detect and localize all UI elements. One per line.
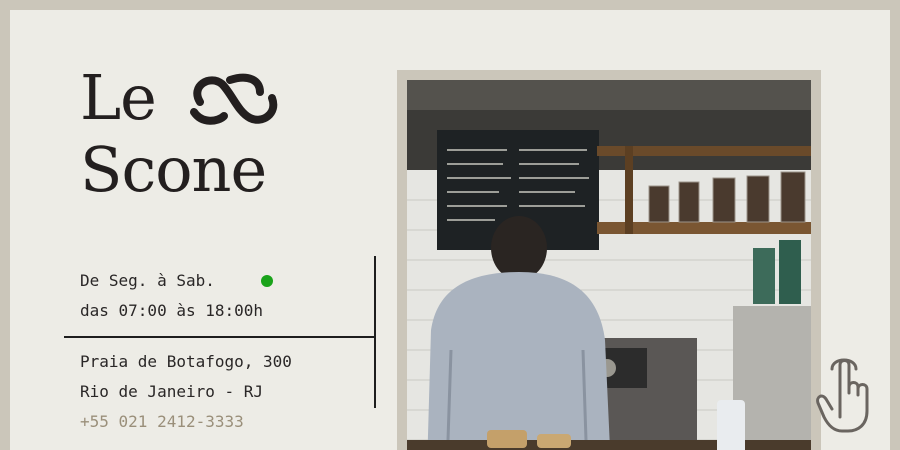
contact-info: Praia de Botafogo, 300 Rio de Janeiro - … (80, 347, 292, 437)
address-city: Rio de Janeiro - RJ (80, 382, 264, 401)
opening-time: das 07:00 às 18:00h (80, 301, 264, 320)
opening-hours: De Seg. à Sab. das 07:00 às 18:00h (80, 266, 263, 326)
address-street: Praia de Botafogo, 300 (80, 352, 292, 371)
brand-logo: Le Scone (80, 62, 278, 206)
pointing-hand-icon (816, 358, 869, 433)
vertical-divider (374, 256, 376, 408)
photo-frame (397, 70, 821, 450)
opening-days: De Seg. à Sab. (80, 271, 215, 290)
cafe-photo (407, 80, 811, 450)
phone-number[interactable]: +55 021 2412-3333 (80, 407, 292, 437)
business-card: Le Scone De Seg. à Sab. das 07:00 às 18:… (10, 10, 890, 450)
scroll-s-icon (190, 73, 278, 125)
horizontal-divider (64, 336, 376, 338)
brand-line-2: Scone (80, 133, 267, 206)
open-status-indicator (261, 275, 273, 287)
